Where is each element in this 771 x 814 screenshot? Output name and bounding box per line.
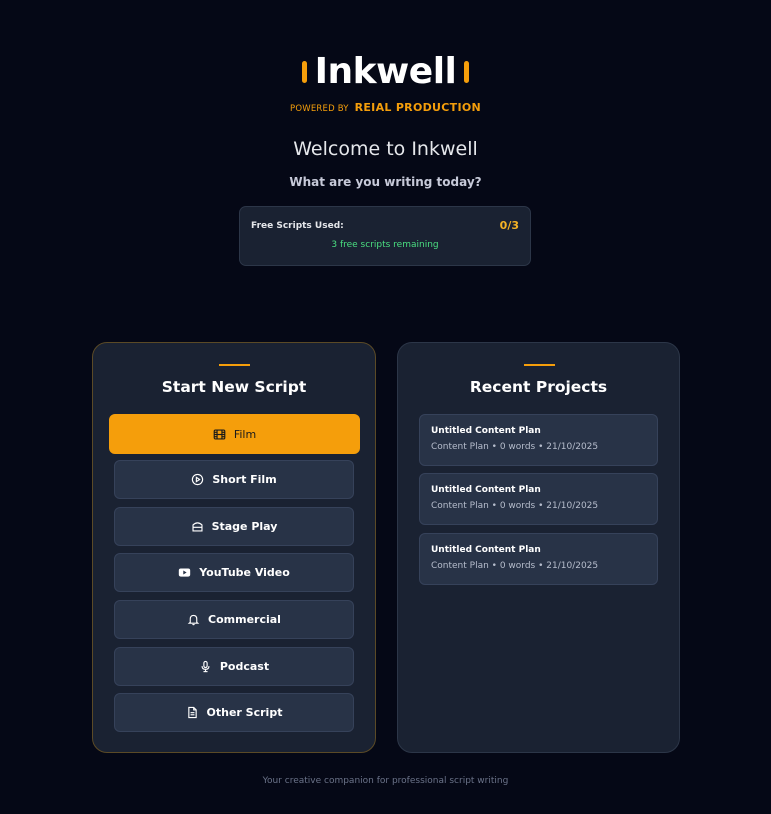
usage-count: 0/3	[499, 219, 519, 232]
script-type-youtube-button[interactable]: YouTube Video	[114, 553, 354, 592]
panel-accent-line	[219, 364, 250, 366]
script-type-stage-play-button[interactable]: Stage Play	[114, 507, 354, 546]
project-title: Untitled Content Plan	[431, 545, 541, 555]
play-circle-icon	[192, 473, 204, 486]
script-type-label: YouTube Video	[199, 566, 290, 579]
script-type-label: Stage Play	[211, 520, 278, 533]
document-icon	[187, 706, 197, 719]
app-logo: Inkwell	[0, 52, 771, 92]
theater-icon	[192, 522, 203, 532]
usage-label: Free Scripts Used:	[251, 221, 344, 231]
bell-icon	[187, 614, 200, 626]
project-meta: Content Plan • 0 words • 21/10/2025	[431, 561, 599, 571]
company-name: REIAL PRODUCTION	[354, 101, 481, 114]
new-script-panel: Start New Script Film Short Film Stage P…	[92, 342, 376, 753]
app-name: Inkwell	[314, 51, 457, 92]
script-type-label: Film	[233, 427, 257, 441]
welcome-subtitle: What are you writing today?	[289, 175, 482, 189]
script-type-label: Short Film	[212, 473, 277, 486]
recent-projects-title: Recent Projects	[469, 378, 608, 396]
script-type-label: Podcast	[219, 660, 270, 673]
script-type-label: Commercial	[208, 613, 281, 626]
script-type-label: Other Script	[206, 706, 283, 719]
recent-project-card[interactable]: Untitled Content Plan Content Plan • 0 w…	[419, 414, 658, 466]
logo-bar-right	[464, 61, 470, 83]
panel-accent-line	[523, 364, 555, 366]
free-scripts-usage-card: Free Scripts Used: 0/3 3 free scripts re…	[239, 206, 531, 266]
film-icon	[213, 428, 226, 440]
script-type-other-button[interactable]: Other Script	[114, 693, 354, 732]
script-type-short-film-button[interactable]: Short Film	[114, 460, 354, 499]
project-title: Untitled Content Plan	[431, 426, 541, 436]
microphone-icon	[201, 660, 210, 673]
footer-tagline: Your creative companion for professional…	[262, 776, 509, 786]
project-meta: Content Plan • 0 words • 21/10/2025	[431, 501, 599, 511]
project-title: Untitled Content Plan	[431, 485, 541, 495]
powered-by-label: POWERED BY	[290, 104, 349, 114]
new-script-title: Start New Script	[161, 378, 307, 396]
script-type-podcast-button[interactable]: Podcast	[114, 647, 354, 686]
powered-by-line: POWERED BY REIAL PRODUCTION	[0, 101, 771, 114]
usage-remaining: 3 free scripts remaining	[331, 240, 439, 250]
script-type-commercial-button[interactable]: Commercial	[114, 600, 354, 639]
script-type-film-button[interactable]: Film	[109, 414, 360, 454]
youtube-icon	[179, 568, 191, 577]
recent-project-card[interactable]: Untitled Content Plan Content Plan • 0 w…	[419, 473, 658, 525]
recent-projects-panel: Recent Projects Untitled Content Plan Co…	[397, 342, 680, 753]
logo-bar-left	[301, 61, 307, 83]
project-meta: Content Plan • 0 words • 21/10/2025	[431, 442, 599, 452]
welcome-heading: Welcome to Inkwell	[293, 138, 478, 160]
recent-project-card[interactable]: Untitled Content Plan Content Plan • 0 w…	[419, 533, 658, 585]
